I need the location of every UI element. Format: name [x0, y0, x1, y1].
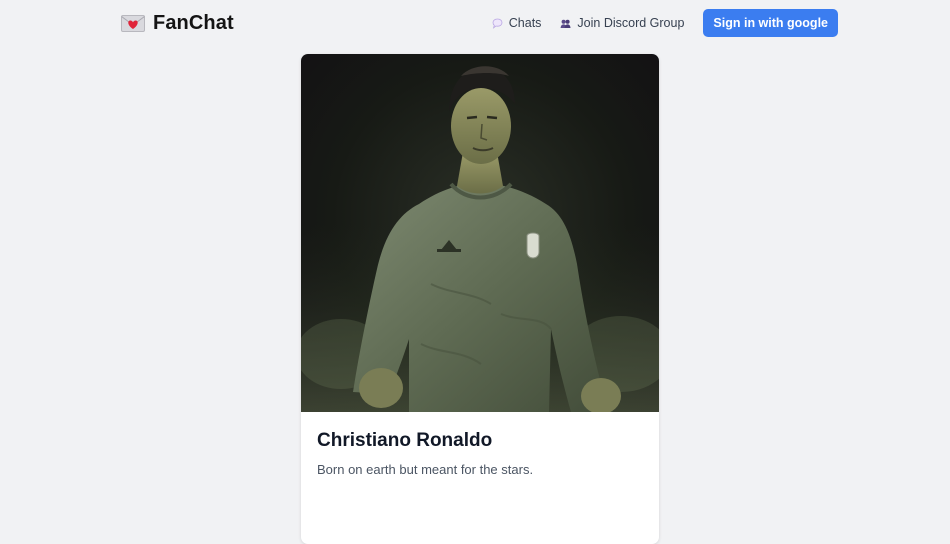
profile-portrait-image — [301, 54, 659, 412]
card-description: Born on earth but meant for the stars. — [317, 462, 534, 477]
nav-chats-link[interactable]: Chats — [492, 16, 542, 30]
users-icon — [561, 19, 571, 28]
navbar: FanChat Chats Join Discord Group Sign in… — [0, 0, 950, 46]
nav-discord-label: Join Discord Group — [577, 16, 685, 30]
heart-envelope-icon — [121, 14, 145, 32]
nav-discord-link[interactable]: Join Discord Group — [560, 16, 684, 30]
brand-name: FanChat — [153, 11, 234, 34]
card-title: Christiano Ronaldo — [317, 430, 493, 451]
card-body: Christiano Ronaldo Born on earth but mea… — [301, 412, 659, 497]
speech-bubble-icon — [492, 18, 503, 29]
profile-card[interactable]: Christiano Ronaldo Born on earth but mea… — [301, 54, 659, 544]
nav-links: Chats Join Discord Group Sign in with go… — [492, 9, 838, 37]
sign-in-google-button[interactable]: Sign in with google — [703, 9, 838, 37]
nav-chats-label: Chats — [508, 16, 542, 30]
brand-logo[interactable]: FanChat — [121, 10, 234, 36]
